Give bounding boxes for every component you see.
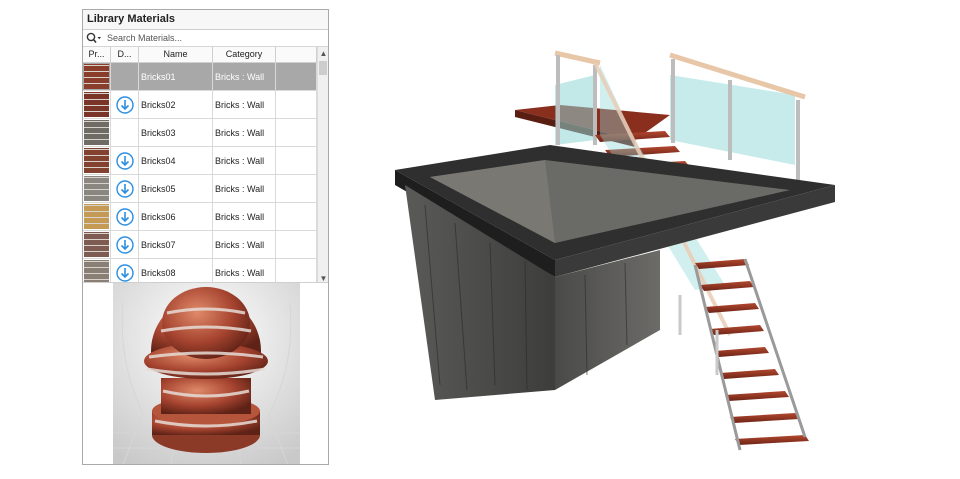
column-header-category[interactable]: Category xyxy=(213,47,276,62)
brick-swatch xyxy=(84,148,109,173)
material-name-cell: Bricks01 xyxy=(139,63,213,90)
material-category-cell: Bricks : Wall xyxy=(213,203,276,230)
material-thumbnail xyxy=(83,63,111,90)
row-spacer xyxy=(276,203,317,230)
column-header-preview[interactable]: Pr... xyxy=(83,47,111,62)
material-thumbnail xyxy=(83,231,111,258)
brick-swatch xyxy=(84,64,109,89)
brick-swatch xyxy=(84,204,109,229)
material-preview xyxy=(83,282,328,464)
row-spacer xyxy=(276,91,317,118)
material-thumbnail xyxy=(83,259,111,284)
material-category-cell: Bricks : Wall xyxy=(213,63,276,90)
download-cell xyxy=(111,147,139,174)
material-category: Bricks : Wall xyxy=(215,267,265,278)
material-category-cell: Bricks : Wall xyxy=(213,91,276,118)
chevron-up-icon[interactable]: ▲ xyxy=(318,47,328,59)
panel-title: Library Materials xyxy=(83,10,328,30)
material-category-cell: Bricks : Wall xyxy=(213,259,276,284)
material-name-cell: Bricks08 xyxy=(139,259,213,284)
download-cell xyxy=(111,91,139,118)
material-category: Bricks : Wall xyxy=(215,127,265,138)
table-row[interactable]: Bricks08 Bricks : Wall xyxy=(83,259,318,284)
material-name: Bricks03 xyxy=(141,127,176,138)
material-name-cell: Bricks06 xyxy=(139,203,213,230)
material-name-cell: Bricks04 xyxy=(139,147,213,174)
table-row[interactable]: Bricks02 Bricks : Wall xyxy=(83,91,318,119)
download-cell xyxy=(111,231,139,258)
material-name-cell: Bricks05 xyxy=(139,175,213,202)
material-thumbnail xyxy=(83,203,111,230)
material-name: Bricks08 xyxy=(141,267,176,278)
material-thumbnail xyxy=(83,147,111,174)
material-name-cell: Bricks03 xyxy=(139,119,213,146)
download-cell xyxy=(111,203,139,230)
download-cell xyxy=(111,259,139,284)
table-row[interactable]: Bricks04 Bricks : Wall xyxy=(83,147,318,175)
vertical-scrollbar[interactable]: ▲ ▼ xyxy=(317,47,328,284)
brick-swatch xyxy=(84,92,109,117)
material-thumbnail xyxy=(83,91,111,118)
staircase-render xyxy=(395,45,835,465)
scrollbar-thumb[interactable] xyxy=(319,61,327,75)
search-input[interactable] xyxy=(105,31,328,45)
brick-swatch xyxy=(84,260,109,284)
brick-swatch xyxy=(84,120,109,145)
material-category: Bricks : Wall xyxy=(215,71,265,82)
download-cell xyxy=(111,119,139,146)
table-row[interactable]: Bricks06 Bricks : Wall xyxy=(83,203,318,231)
brick-swatch xyxy=(84,232,109,257)
download-icon[interactable] xyxy=(115,207,134,226)
column-header-download[interactable]: D... xyxy=(111,47,139,62)
material-category: Bricks : Wall xyxy=(215,155,265,166)
material-category-cell: Bricks : Wall xyxy=(213,119,276,146)
material-category: Bricks : Wall xyxy=(215,239,265,250)
material-name: Bricks06 xyxy=(141,211,176,222)
download-icon[interactable] xyxy=(115,263,134,282)
material-thumbnail xyxy=(83,119,111,146)
download-icon[interactable] xyxy=(115,95,134,114)
material-category-cell: Bricks : Wall xyxy=(213,147,276,174)
table-rows: Bricks01 Bricks : Wall Bricks02 Bricks : Wa… xyxy=(83,63,318,284)
material-name: Bricks07 xyxy=(141,239,176,250)
search-bar xyxy=(83,30,328,47)
brick-swatch xyxy=(84,176,109,201)
row-spacer xyxy=(276,63,317,90)
table-row[interactable]: Bricks03 Bricks : Wall xyxy=(83,119,318,147)
materials-table: Pr... D... Name Category Bricks01 Bricks … xyxy=(83,47,328,284)
table-row[interactable]: Bricks01 Bricks : Wall xyxy=(83,63,318,91)
column-header-name[interactable]: Name xyxy=(139,47,213,62)
table-row[interactable]: Bricks05 Bricks : Wall xyxy=(83,175,318,203)
material-name-cell: Bricks07 xyxy=(139,231,213,258)
material-name: Bricks01 xyxy=(141,71,176,82)
row-spacer xyxy=(276,119,317,146)
material-category-cell: Bricks : Wall xyxy=(213,175,276,202)
row-spacer xyxy=(276,175,317,202)
material-category: Bricks : Wall xyxy=(215,183,265,194)
download-icon[interactable] xyxy=(115,235,134,254)
column-header-spacer xyxy=(276,47,317,62)
row-spacer xyxy=(276,147,317,174)
material-category-cell: Bricks : Wall xyxy=(213,231,276,258)
table-row[interactable]: Bricks07 Bricks : Wall xyxy=(83,231,318,259)
download-icon[interactable] xyxy=(115,179,134,198)
material-name: Bricks02 xyxy=(141,99,176,110)
material-name: Bricks04 xyxy=(141,155,176,166)
material-category: Bricks : Wall xyxy=(215,211,265,222)
row-spacer xyxy=(276,259,317,284)
download-cell xyxy=(111,63,139,90)
material-name: Bricks05 xyxy=(141,183,176,194)
table-header: Pr... D... Name Category xyxy=(83,47,328,63)
search-icon[interactable] xyxy=(83,30,105,46)
download-icon[interactable] xyxy=(115,151,134,170)
download-cell xyxy=(111,175,139,202)
row-spacer xyxy=(276,231,317,258)
library-materials-panel: Library Materials Pr... D... Name Catego… xyxy=(82,9,329,465)
material-category: Bricks : Wall xyxy=(215,99,265,110)
material-thumbnail xyxy=(83,175,111,202)
material-name-cell: Bricks02 xyxy=(139,91,213,118)
